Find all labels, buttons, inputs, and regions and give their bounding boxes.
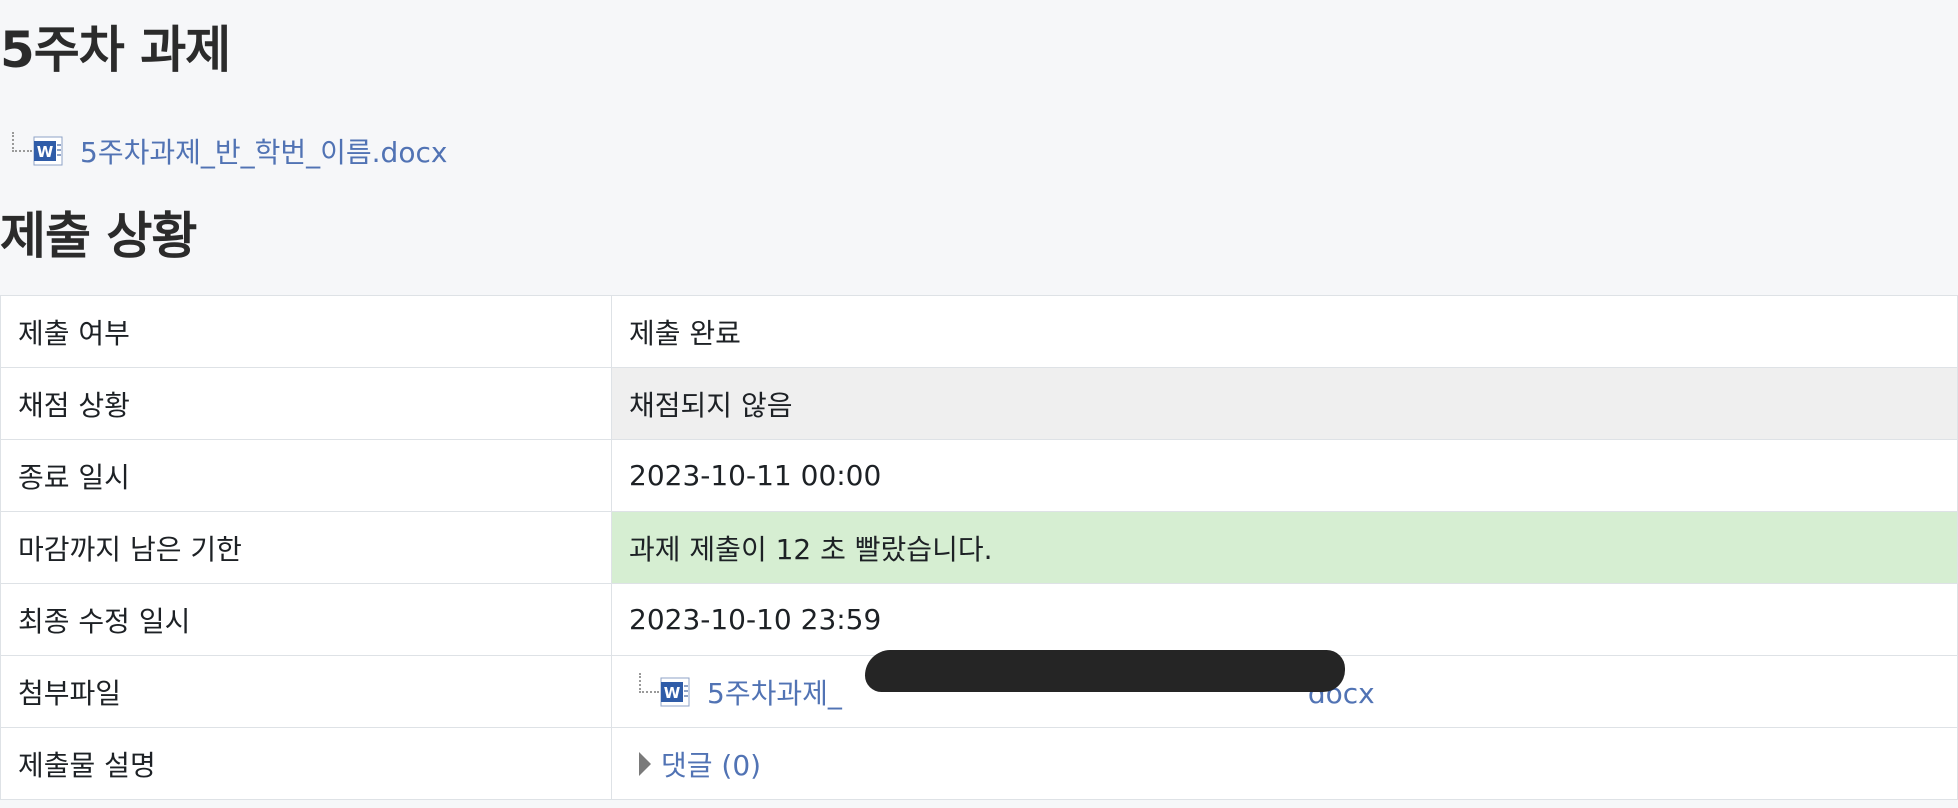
- table-row: 마감까지 남은 기한 과제 제출이 12 초 빨랐습니다.: [0, 511, 1958, 584]
- word-document-icon: W: [659, 677, 691, 707]
- row-label: 마감까지 남은 기한: [0, 511, 612, 584]
- row-label: 제출물 설명: [0, 727, 612, 800]
- attachment-cell: W 5주차과제_ docx: [611, 649, 1958, 728]
- row-label: 최종 수정 일시: [0, 583, 612, 656]
- comments-link[interactable]: 댓글 (0): [661, 744, 761, 784]
- expand-triangle-icon[interactable]: [639, 751, 651, 776]
- word-document-icon: W: [32, 136, 64, 166]
- submitted-attachment: W 5주차과제_ docx: [629, 649, 1375, 712]
- row-label: 제출 여부: [0, 295, 612, 368]
- table-row: 종료 일시 2023-10-11 00:00: [0, 439, 1958, 512]
- submission-status-table: 제출 여부 제출 완료 채점 상황 채점되지 않음 종료 일시 2023-10-…: [0, 295, 1958, 800]
- row-label: 종료 일시: [0, 439, 612, 512]
- last-modified-value: 2023-10-10 23:59: [611, 583, 1958, 656]
- table-row: 제출물 설명 댓글 (0): [0, 727, 1958, 800]
- section-title: 제출 상황: [0, 207, 197, 265]
- table-row: 첨부파일 W 5주차과제_ docx: [0, 649, 1958, 728]
- table-row: 제출 여부 제출 완료: [0, 295, 1958, 368]
- tree-connector: [12, 132, 32, 152]
- svg-text:W: W: [37, 143, 54, 161]
- table-row: 최종 수정 일시 2023-10-10 23:59: [0, 583, 1958, 656]
- submission-status-value: 제출 완료: [611, 295, 1958, 368]
- table-row: 채점 상황 채점되지 않음: [0, 367, 1958, 440]
- submission-comments-cell: 댓글 (0): [611, 727, 1958, 800]
- intro-attachment: W 5주차과제_반_학번_이름.docx: [12, 128, 447, 174]
- row-label: 채점 상황: [0, 367, 612, 440]
- intro-file-link[interactable]: 5주차과제_반_학번_이름.docx: [80, 131, 447, 171]
- grading-status-value: 채점되지 않음: [611, 367, 1958, 440]
- row-label: 첨부파일: [0, 655, 612, 728]
- file-name-prefix: 5주차과제_: [707, 676, 842, 710]
- page-title: 5주차 과제: [0, 21, 231, 79]
- redaction-mark: [865, 649, 1345, 692]
- due-date-value: 2023-10-11 00:00: [611, 439, 1958, 512]
- tree-connector: [639, 672, 659, 693]
- svg-text:W: W: [664, 684, 681, 702]
- time-remaining-value: 과제 제출이 12 초 빨랐습니다.: [611, 511, 1958, 584]
